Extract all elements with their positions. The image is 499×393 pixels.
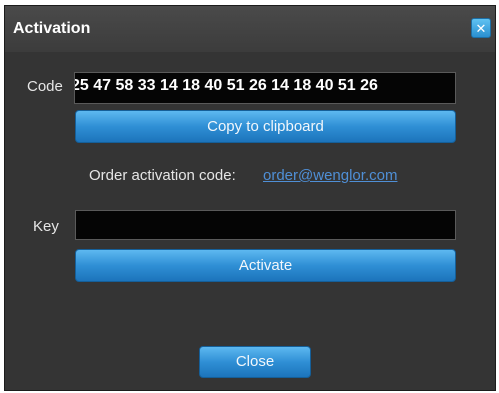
dialog-title: Activation [13,20,91,37]
code-label: Code [27,78,63,95]
key-input[interactable] [75,210,456,240]
copy-to-clipboard-button[interactable]: Copy to clipboard [75,110,456,143]
close-icon[interactable]: ✕ [471,18,491,38]
code-field[interactable]: 25 47 58 33 14 18 40 51 26 14 18 40 51 2… [74,72,456,104]
title-bar: Activation ✕ [5,6,495,52]
close-button[interactable]: Close [199,346,311,378]
key-label: Key [33,218,59,235]
order-activation-label: Order activation code: [89,167,236,184]
activate-button[interactable]: Activate [75,249,456,282]
activation-dialog: Activation ✕ Code 25 47 58 33 14 18 40 5… [4,5,496,391]
code-value: 25 47 58 33 14 18 40 51 26 14 18 40 51 2… [74,77,378,94]
order-email-link[interactable]: order@wenglor.com [263,167,397,184]
